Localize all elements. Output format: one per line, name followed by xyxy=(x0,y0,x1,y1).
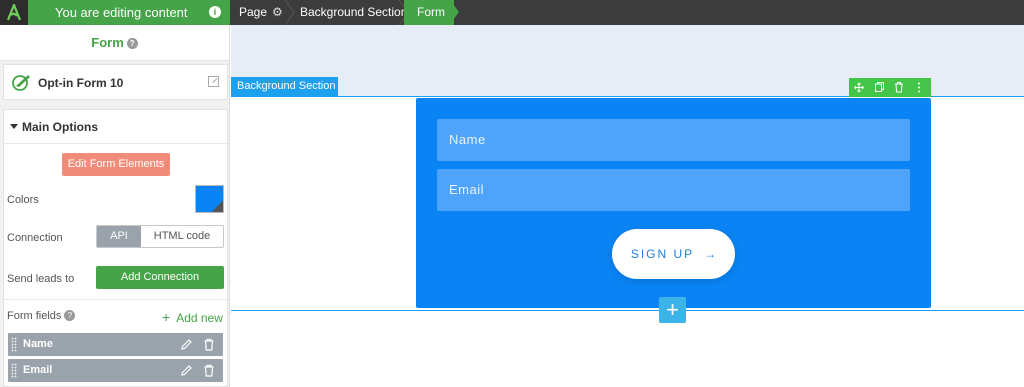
pencil-icon[interactable] xyxy=(180,364,193,377)
more-options-icon[interactable] xyxy=(909,78,929,97)
sidebar-title-label: Form xyxy=(91,35,124,50)
background-section-tag[interactable]: Background Section xyxy=(231,77,338,96)
send-leads-label: Send leads to xyxy=(7,273,75,285)
add-new-field-button[interactable]: + Add new xyxy=(162,309,223,325)
drag-handle-icon[interactable] xyxy=(11,363,17,378)
plus-icon: + xyxy=(162,309,171,325)
colors-label: Colors xyxy=(7,194,39,206)
connection-html-option[interactable]: HTML code xyxy=(141,226,223,247)
connection-toggle: API HTML code xyxy=(96,225,224,248)
sign-up-label: SIGN UP xyxy=(630,247,695,261)
color-picker[interactable] xyxy=(195,185,224,213)
element-header: Opt-in Form 10 xyxy=(3,64,228,100)
sign-up-button[interactable]: SIGN UP → xyxy=(612,229,735,279)
move-icon[interactable] xyxy=(849,78,869,97)
editor-canvas: Background Section Name Email SIGN UP → + xyxy=(231,25,1024,387)
add-element-button[interactable]: + xyxy=(659,297,686,323)
trash-icon[interactable] xyxy=(203,364,215,377)
sidebar-title: Form? xyxy=(0,25,229,61)
pencil-icon[interactable] xyxy=(180,338,193,351)
connection-api-option[interactable]: API xyxy=(97,226,141,247)
top-bar: You are editing content i Page ⚙ Backgrou… xyxy=(0,0,1024,25)
form-fields-label: Form fields? xyxy=(7,310,76,322)
main-options-title: Main Options xyxy=(22,120,98,134)
duplicate-icon[interactable] xyxy=(869,78,889,97)
divider xyxy=(4,299,227,300)
main-options-panel: Main Options Edit Form Elements Colors C… xyxy=(3,109,228,387)
editing-label: You are editing content xyxy=(55,5,188,20)
email-input[interactable]: Email xyxy=(437,169,910,211)
form-fields-text: Form fields xyxy=(7,310,62,322)
name-input[interactable]: Name xyxy=(437,119,910,161)
element-name: Opt-in Form 10 xyxy=(38,76,124,90)
add-connection-button[interactable]: Add Connection xyxy=(96,266,224,289)
form-field-name: Name xyxy=(23,338,53,350)
main-options-header[interactable]: Main Options xyxy=(4,110,227,144)
sidebar: Form? Opt-in Form 10 Main Options Edit F… xyxy=(0,25,230,387)
form-field-row[interactable]: Name xyxy=(8,333,223,356)
form-field-row[interactable]: Email xyxy=(8,359,223,382)
drag-handle-icon[interactable] xyxy=(11,337,17,352)
form-field-name: Email xyxy=(23,364,53,376)
breadcrumb-form-arrow xyxy=(450,0,459,24)
section-border-bottom xyxy=(231,310,1024,311)
section-toolbar xyxy=(849,78,931,97)
editing-status: You are editing content i xyxy=(28,0,230,25)
form-element-icon xyxy=(12,75,30,91)
breadcrumb-form[interactable]: Form xyxy=(404,0,454,25)
help-icon[interactable]: ? xyxy=(126,38,138,49)
trash-icon[interactable] xyxy=(203,338,215,351)
open-external-icon[interactable] xyxy=(208,76,219,87)
breadcrumb-background-section[interactable]: Background Section xyxy=(300,0,407,25)
caret-down-icon xyxy=(10,124,18,129)
edit-form-elements-button[interactable]: Edit Form Elements xyxy=(62,153,170,176)
breadcrumb-page-label: Page xyxy=(239,5,268,19)
arrow-right-icon: → xyxy=(704,247,717,261)
info-icon[interactable]: i xyxy=(209,6,221,18)
optin-form[interactable]: Name Email SIGN UP → xyxy=(416,98,931,308)
breadcrumb-separator-icon xyxy=(284,0,295,25)
delete-icon[interactable] xyxy=(889,78,909,97)
app-logo[interactable] xyxy=(0,0,28,25)
help-icon[interactable]: ? xyxy=(64,310,76,321)
connection-label: Connection xyxy=(7,232,63,244)
breadcrumb-page[interactable]: Page ⚙ xyxy=(239,0,283,25)
add-new-label: Add new xyxy=(176,311,223,325)
